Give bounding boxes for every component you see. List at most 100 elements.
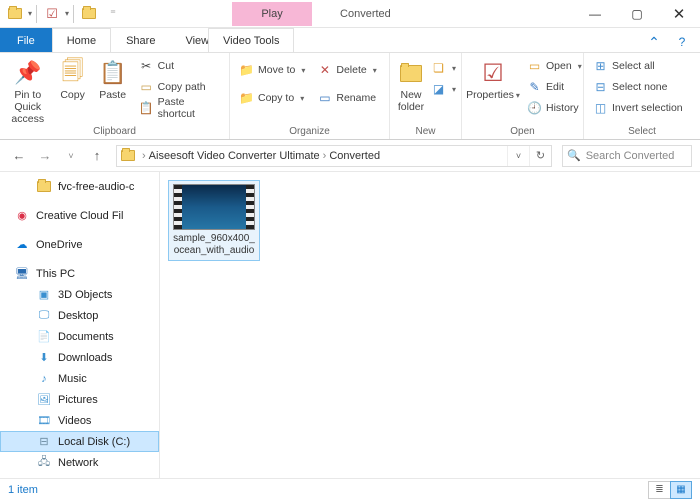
address-bar[interactable]: › Aiseesoft Video Converter Ultimate › C…: [116, 145, 552, 167]
nav-item-pictures[interactable]: 🖼Pictures: [0, 389, 159, 410]
easy-access-button[interactable]: ◪▾: [431, 79, 456, 99]
nav-item-3d-objects[interactable]: ▣3D Objects: [0, 284, 159, 305]
select-none-icon: ⊟: [593, 80, 608, 95]
edit-button[interactable]: ✎Edit: [523, 77, 586, 97]
overflow-icon[interactable]: ⁼: [102, 3, 124, 25]
copy-to-button[interactable]: 📁Copy to▾: [235, 88, 309, 108]
copy-button[interactable]: 🗐 Copy: [55, 56, 91, 101]
titlebar: ▾ ☑ ▾ ⁼ Play Converted — ▢ ✕: [0, 0, 700, 28]
navigation-bar: ← → ˅ ↑ › Aiseesoft Video Converter Ulti…: [0, 140, 700, 172]
select-none-button[interactable]: ⊟Select none: [589, 77, 687, 97]
copy-path-icon: ▭: [139, 80, 154, 95]
rename-icon: ▭: [317, 91, 332, 106]
tab-home[interactable]: Home: [52, 28, 111, 52]
nav-item-downloads[interactable]: ⬇Downloads: [0, 347, 159, 368]
address-dropdown-button[interactable]: ˅: [507, 146, 529, 166]
breadcrumb-item[interactable]: Converted: [329, 150, 380, 162]
history-button[interactable]: 🕘History: [523, 98, 586, 118]
forward-button[interactable]: →: [34, 145, 56, 167]
copy-icon: 🗐: [58, 58, 88, 88]
help-icon[interactable]: ?: [670, 32, 694, 52]
ribbon-tabs: File Home Share View Video Tools ⌃ ?: [0, 28, 700, 52]
up-button[interactable]: ↑: [86, 145, 108, 167]
documents-icon: 📄: [36, 330, 52, 344]
invert-selection-button[interactable]: ◫Invert selection: [589, 98, 687, 118]
new-folder-button[interactable]: New folder: [395, 56, 427, 113]
nav-item-videos[interactable]: 🎞Videos: [0, 410, 159, 431]
videos-icon: 🎞: [36, 414, 52, 428]
this-pc-icon: 🖥: [14, 267, 30, 281]
new-item-icon: ❏: [431, 61, 446, 76]
nav-item-network[interactable]: 🖧Network: [0, 452, 159, 473]
nav-item-documents[interactable]: 📄Documents: [0, 326, 159, 347]
new-folder-icon: [396, 58, 426, 88]
creative-cloud-icon: ◉: [14, 209, 30, 223]
rename-button[interactable]: ▭Rename: [313, 88, 380, 108]
folder-icon[interactable]: [78, 3, 100, 25]
desktop-icon: 🖵: [36, 309, 52, 323]
maximize-button[interactable]: ▢: [616, 0, 658, 28]
nav-item-folder[interactable]: fvc-free-audio-c: [0, 176, 159, 197]
ribbon-collapse-icon[interactable]: ⌃: [642, 32, 666, 52]
paste-button[interactable]: 📋 Paste: [95, 56, 131, 101]
history-icon: 🕘: [527, 101, 542, 116]
details-view-button[interactable]: ≣: [648, 481, 670, 499]
move-to-icon: 📁: [239, 63, 254, 78]
properties-icon[interactable]: ☑: [41, 3, 63, 25]
chevron-right-icon[interactable]: ›: [320, 150, 330, 162]
nav-item-desktop[interactable]: 🖵Desktop: [0, 305, 159, 326]
paste-icon: 📋: [98, 58, 128, 88]
refresh-button[interactable]: ↻: [529, 146, 551, 166]
file-item[interactable]: sample_960x400_ocean_with_audio: [168, 180, 260, 261]
folder-icon[interactable]: [4, 3, 26, 25]
onedrive-icon: ☁: [14, 238, 30, 252]
network-icon: 🖧: [36, 456, 52, 470]
group-label: New: [390, 126, 461, 139]
navigation-pane[interactable]: fvc-free-audio-c ◉Creative Cloud Fil ☁On…: [0, 172, 160, 478]
status-bar: 1 item ≣ ▦: [0, 478, 700, 500]
recent-locations-button[interactable]: ˅: [60, 145, 82, 167]
downloads-icon: ⬇: [36, 351, 52, 365]
group-label: Organize: [230, 126, 389, 139]
select-all-icon: ⊞: [593, 59, 608, 74]
minimize-button[interactable]: —: [574, 0, 616, 28]
tab-share[interactable]: Share: [111, 28, 170, 52]
open-button[interactable]: ▭Open▾: [523, 56, 586, 76]
cut-button[interactable]: ✂Cut: [135, 56, 224, 76]
breadcrumb-item[interactable]: Aiseesoft Video Converter Ultimate: [149, 150, 320, 162]
copy-path-button[interactable]: ▭Copy path: [135, 77, 224, 97]
select-all-button[interactable]: ⊞Select all: [589, 56, 687, 76]
easy-access-icon: ◪: [431, 82, 446, 97]
tab-file[interactable]: File: [0, 28, 52, 52]
tab-video-tools[interactable]: Video Tools: [208, 28, 294, 52]
item-count-label: 1 item: [8, 484, 38, 496]
open-icon: ▭: [527, 59, 542, 74]
back-button[interactable]: ←: [8, 145, 30, 167]
chevron-right-icon[interactable]: ›: [139, 150, 149, 162]
large-icons-view-button[interactable]: ▦: [670, 481, 692, 499]
move-to-button[interactable]: 📁Move to▾: [235, 60, 309, 80]
search-icon: 🔍: [567, 149, 581, 162]
delete-button[interactable]: ✕Delete▾: [313, 60, 380, 80]
properties-button[interactable]: ☑ Properties▾: [467, 56, 519, 101]
nav-item-this-pc[interactable]: 🖥This PC: [0, 263, 159, 284]
ribbon: 📌 Pin to Quick access 🗐 Copy 📋 Paste ✂Cu…: [0, 52, 700, 140]
pictures-icon: 🖼: [36, 393, 52, 407]
nav-item-creative-cloud[interactable]: ◉Creative Cloud Fil: [0, 205, 159, 226]
edit-icon: ✎: [527, 80, 542, 95]
new-item-button[interactable]: ❏▾: [431, 58, 456, 78]
pin-to-quick-access-button[interactable]: 📌 Pin to Quick access: [5, 56, 51, 125]
group-label: Clipboard: [0, 126, 229, 139]
nav-item-local-disk[interactable]: ⊟Local Disk (C:): [0, 431, 159, 452]
nav-item-onedrive[interactable]: ☁OneDrive: [0, 234, 159, 255]
group-label: Open: [462, 126, 583, 139]
folder-icon: [117, 150, 139, 161]
window-title: Converted: [340, 8, 391, 20]
invert-selection-icon: ◫: [593, 101, 608, 116]
close-button[interactable]: ✕: [658, 0, 700, 28]
paste-shortcut-button[interactable]: 📋Paste shortcut: [135, 98, 224, 118]
file-name-label: sample_960x400_ocean_with_audio: [172, 233, 256, 257]
nav-item-music[interactable]: ♪Music: [0, 368, 159, 389]
search-input[interactable]: 🔍 Search Converted: [562, 145, 692, 167]
file-list[interactable]: sample_960x400_ocean_with_audio: [160, 172, 700, 478]
